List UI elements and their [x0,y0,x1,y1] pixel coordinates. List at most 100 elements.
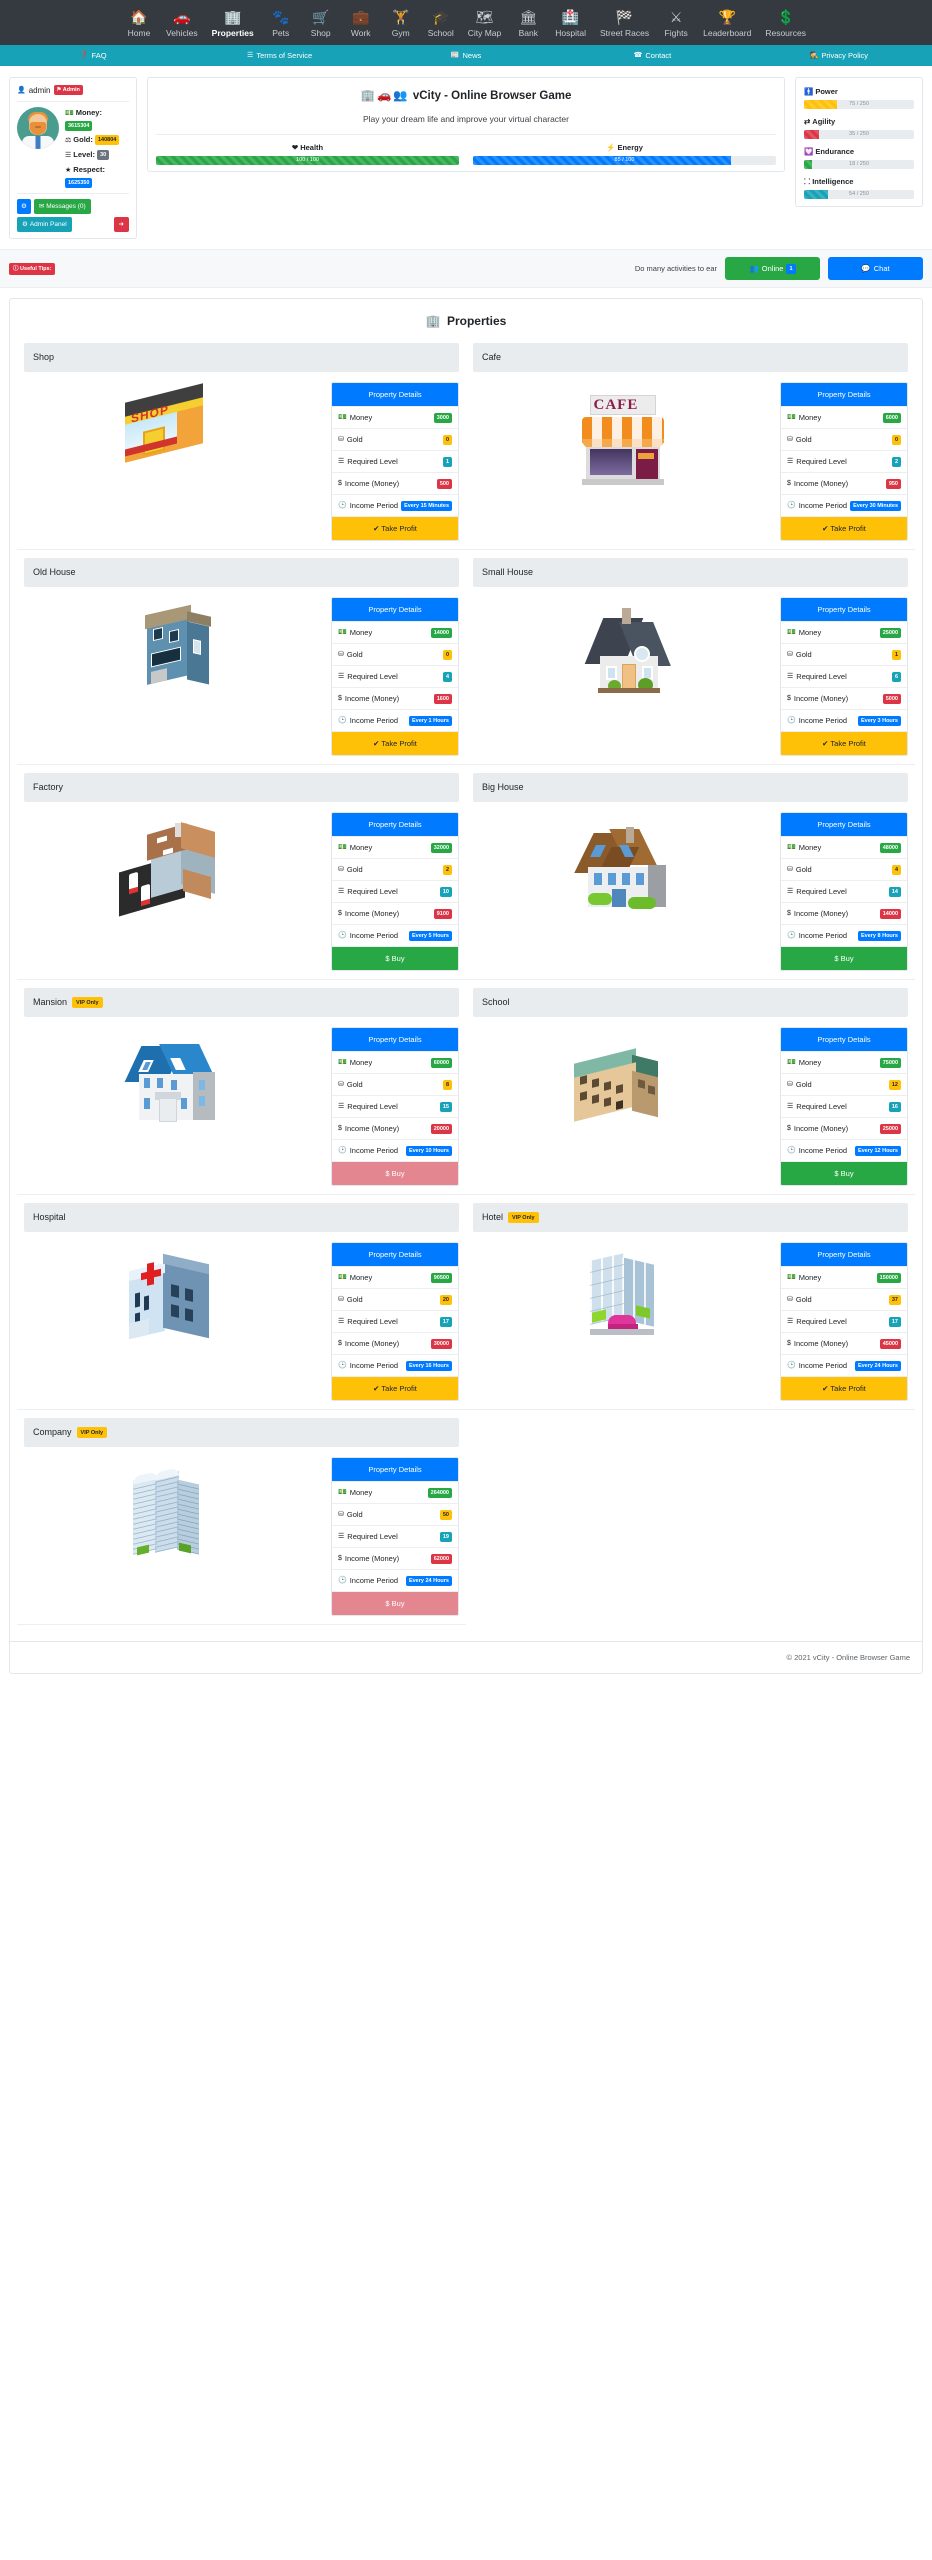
check-icon: ✔ [373,524,380,533]
attribute-progress-track: 18 / 250 [804,160,914,169]
detail-row-money: 💵 Money 14000 [332,621,458,643]
property-action-button[interactable]: $ Buy [781,1161,907,1185]
property-action-button[interactable]: ✔ Take Profit [781,1376,907,1400]
detail-value-level: 19 [439,1531,452,1542]
detail-label: Income (Money) [344,694,400,703]
property-action-label: Take Profit [381,739,417,748]
nav-item-shop[interactable]: 🛒 Shop [301,6,341,41]
dollar-icon: $ [338,1555,342,1562]
property-header: Hotel VIP Only [473,1203,908,1232]
detail-value-gold: 12 [888,1079,901,1090]
detail-value-period: Every 1 Hours [409,715,452,726]
detail-label: Required Level [347,457,398,466]
vital-label: ⚡ Energy [606,143,643,152]
property-card: Old House Property Details 💵 Money 14000 ⛁ Gol… [17,558,466,765]
nav-item-work[interactable]: 💼 Work [341,6,381,41]
detail-label: Gold [795,865,812,874]
property-action-button[interactable]: $ Buy [781,946,907,970]
property-name: Small House [482,567,534,577]
nav-item-resources[interactable]: 💲 Resources [758,6,813,41]
dollar-icon: $ [787,910,791,917]
nav-item-gym[interactable]: 🏋 Gym [381,6,421,41]
detail-value-income: 950 [885,478,901,489]
nav-item-vehicles[interactable]: 🚗 Vehicles [159,6,205,41]
property-action-button[interactable]: ✔ Take Profit [332,731,458,755]
property-body: Property Details 💵 Money 48000 ⛁ Gold 4 ☰ Requir… [473,802,908,971]
gold-value: 140804 [94,135,120,146]
property-name: Factory [33,782,64,792]
dollar-icon: $ [338,1340,342,1347]
detail-label: Income Period [798,931,848,940]
dollar-icon: $ [385,1599,390,1608]
check-icon: ✔ [373,739,380,748]
home-icon: 🏠 [130,9,148,25]
clock-icon: 🕒 [787,502,796,509]
logout-button[interactable]: ➜ [113,217,129,232]
layers-icon: ☰ [338,673,345,680]
property-action-button[interactable]: ✔ Take Profit [332,1376,458,1400]
property-action-button[interactable]: $ Buy [332,946,458,970]
property-action-button[interactable]: ✔ Take Profit [332,516,458,540]
property-card: Factory Property Details 💵 Money 32000 ⛁ Gold 2… [17,773,466,980]
attribute-progress-text: 18 / 250 [849,161,869,167]
messages-button[interactable]: ✉ Messages (0) [33,199,91,214]
subnav-item-privacy-policy[interactable]: 🕵 Privacy Policy [746,51,932,61]
settings-button[interactable]: ⚙ [17,199,31,214]
gold-bar-icon: ⛁ [338,651,344,658]
nav-item-bank[interactable]: 🏛 Bank [508,6,548,41]
brain-icon: ⸬ [804,177,811,186]
chat-button[interactable]: 💬 Chat [828,257,923,280]
detail-label: Gold [795,1080,812,1089]
property-details-table: Property Details 💵 Money 48000 ⛁ Gold 4 ☰ Requir… [780,812,908,971]
detail-value-income: 45000 [879,1338,901,1349]
detail-label: Money [798,628,822,637]
detail-value-money: 25000 [879,627,901,638]
detail-row-income-period: 🕒 Income Period Every 5 Hours [332,924,458,946]
money-bill-icon: 💵 [787,629,796,636]
property-illustration [560,1245,688,1357]
property-action-button[interactable]: ✔ Take Profit [781,516,907,540]
detail-label: Gold [795,1295,812,1304]
nav-item-fights[interactable]: ⚔ Fights [656,6,696,41]
property-action-button[interactable]: $ Buy [332,1161,458,1185]
nav-item-leaderboard[interactable]: 🏆 Leaderboard [696,6,758,41]
game-title-row: 🏢 🚗 👥 vCity - Online Browser Game [156,88,776,104]
admin-panel-button[interactable]: ⚙ Admin Panel [17,217,72,232]
detail-row-income-period: 🕒 Income Period Every 8 Hours [781,924,907,946]
nav-item-pets[interactable]: 🐾 Pets [261,6,301,41]
clock-icon: 🕒 [338,717,347,724]
property-action-label: Take Profit [830,524,866,533]
subnav-item-faq[interactable]: ❓ FAQ [0,51,186,61]
building-icon: 🏢 [360,90,375,102]
clock-icon: 🕒 [338,1577,347,1584]
nav-item-street-races[interactable]: 🏁 Street Races [593,6,656,41]
users-icon: 👥 [749,264,759,273]
detail-row-gold: ⛁ Gold 8 [332,1073,458,1095]
subnav-item-contact[interactable]: ☎ Contact [559,51,745,61]
property-details-table: Property Details 💵 Money 32000 ⛁ Gold 2 ☰ Requir… [331,812,459,971]
detail-row-gold: ⛁ Gold 12 [781,1073,907,1095]
nav-item-properties[interactable]: 🏢 Properties [205,6,261,41]
detail-value-period: Every 16 Hours [405,1360,452,1371]
property-header: Big House [473,773,908,802]
nav-item-label: Leaderboard [703,28,752,38]
star-icon: ★ [65,167,72,174]
stat-respect: ★ Respect: 1625350 [65,165,105,189]
property-action-button[interactable]: $ Buy [332,1591,458,1615]
detail-row-required-level: ☰ Required Level 2 [781,450,907,472]
nav-item-hospital[interactable]: 🏥 Hospital [548,6,593,41]
online-button[interactable]: 👥 Online 1 [725,257,820,280]
nav-item-school[interactable]: 🎓 School [421,6,461,41]
detail-row-income: $ Income (Money) 45000 [781,1332,907,1354]
nav-item-city-map[interactable]: 🗺 City Map [461,6,509,41]
property-details-header: Property Details [781,1243,907,1266]
property-card: Hospital Property Details 💵 Money 90500 ⛁ Gold… [17,1203,466,1410]
online-count-badge: 1 [786,263,796,274]
dollar-icon: $ [338,910,342,917]
property-illustration [111,1245,239,1357]
property-action-button[interactable]: ✔ Take Profit [781,731,907,755]
subnav-item-news[interactable]: 📰 News [373,51,559,61]
detail-row-income-period: 🕒 Income Period Every 24 Hours [332,1569,458,1591]
nav-item-home[interactable]: 🏠 Home [119,6,159,41]
subnav-item-terms-of-service[interactable]: ☰ Terms of Service [186,51,372,61]
